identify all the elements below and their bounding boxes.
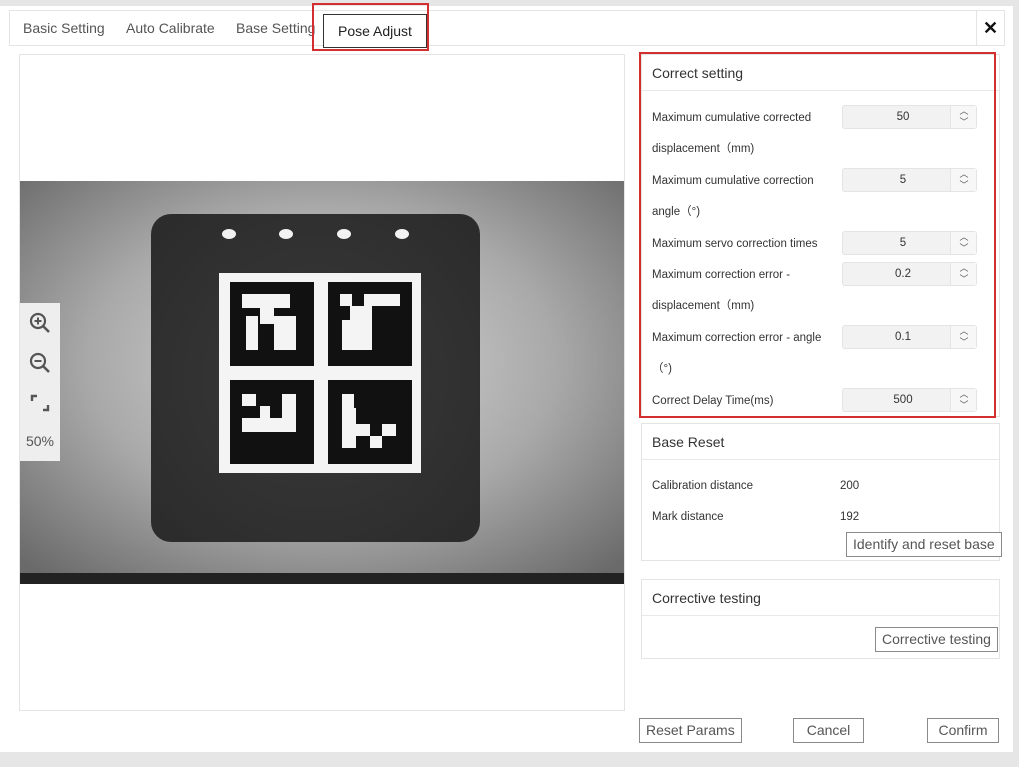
param-stepper[interactable]: 0.1 ︿ ﹀ [842,325,977,349]
param-label: Maximum correction error - angle（°) [652,332,822,375]
chevron-down-icon[interactable]: ﹀ [951,180,977,191]
param-stepper[interactable]: 0.2 ︿ ﹀ [842,262,977,286]
chevron-up-icon[interactable]: ︿ [951,389,977,400]
correct-setting-title: Correct setting [642,55,999,91]
cancel-button[interactable]: Cancel [793,718,864,743]
identify-reset-base-button[interactable]: Identify and reset base [846,532,1002,557]
param-label: Maximum correction error - displacement（… [652,269,791,312]
param-row: Correct Delay Time(ms) 500 ︿ ﹀ [652,386,992,417]
param-value[interactable]: 0.2 [843,263,963,285]
param-row: Maximum servo correction times 5 ︿ ﹀ [652,229,992,260]
param-value[interactable]: 50 [843,106,963,128]
base-reset-panel: Base Reset Calibration distance 200 Mark… [641,423,1002,561]
calibration-distance-value: 200 [840,480,860,492]
tab-bar: Basic Setting Auto Calibrate Base Settin… [9,10,1005,48]
chevron-down-icon[interactable]: ﹀ [951,337,977,348]
dialog: Basic Setting Auto Calibrate Base Settin… [0,6,1013,752]
param-row: Maximum correction error - angle（°) 0.1 … [652,323,992,385]
mark-distance-row: Mark distance 192 [652,511,859,523]
zoom-toolbar: 50% [20,303,60,461]
param-stepper[interactable]: 500 ︿ ﹀ [842,388,977,412]
mark-distance-label: Mark distance [652,511,724,523]
param-label: Maximum cumulative corrected displacemen… [652,112,812,155]
tab-basic-setting[interactable]: Basic Setting [23,11,105,45]
mark-distance-value: 192 [840,511,860,523]
tab-pose-adjust[interactable]: Pose Adjust [323,14,427,48]
param-stepper[interactable]: 5 ︿ ﹀ [842,231,977,255]
param-label: Maximum servo correction times [652,238,818,250]
param-row: Maximum correction error - displacement（… [652,260,992,322]
param-row: Maximum cumulative correction angle（°) 5… [652,166,992,228]
param-value[interactable]: 5 [843,232,963,254]
chevron-up-icon[interactable]: ︿ [951,106,977,117]
base-reset-title: Base Reset [642,424,999,460]
tab-auto-calibrate[interactable]: Auto Calibrate [126,11,215,45]
chevron-up-icon[interactable]: ︿ [951,326,977,337]
corrective-testing-panel: Corrective testing Corrective testing [641,579,1000,659]
chevron-down-icon[interactable]: ﹀ [951,400,977,411]
param-stepper[interactable]: 50 ︿ ﹀ [842,105,977,129]
tab-base-setting[interactable]: Base Setting [236,11,315,45]
chevron-down-icon[interactable]: ﹀ [951,274,977,285]
param-row: Maximum cumulative corrected displacemen… [652,103,992,165]
zoom-in-icon[interactable] [28,311,52,335]
param-value[interactable]: 500 [843,389,963,411]
fit-screen-icon[interactable] [28,391,52,415]
param-value[interactable]: 5 [843,169,963,191]
param-stepper[interactable]: 5 ︿ ﹀ [842,168,977,192]
corrective-testing-title: Corrective testing [642,580,999,616]
param-label: Maximum cumulative correction angle（°) [652,175,814,218]
chevron-up-icon[interactable]: ︿ [951,232,977,243]
camera-image [20,181,624,584]
confirm-button[interactable]: Confirm [927,718,999,743]
calibration-distance-label: Calibration distance [652,480,754,492]
param-label: Correct Delay Time(ms) [652,395,774,407]
chevron-up-icon[interactable]: ︿ [951,263,977,274]
zoom-out-icon[interactable] [28,351,52,375]
chevron-down-icon[interactable]: ﹀ [951,117,977,128]
calibration-distance-row: Calibration distance 200 [652,480,859,492]
param-value[interactable]: 0.1 [843,326,963,348]
close-icon[interactable]: ✕ [976,11,1004,45]
corrective-testing-button[interactable]: Corrective testing [875,627,998,652]
reset-params-button[interactable]: Reset Params [639,718,742,743]
chevron-down-icon[interactable]: ﹀ [951,243,977,254]
zoom-level: 50% [25,433,55,449]
chevron-up-icon[interactable]: ︿ [951,169,977,180]
camera-viewer[interactable]: 50% [19,54,625,711]
correct-setting-panel: Correct setting Maximum cumulative corre… [641,54,1000,417]
